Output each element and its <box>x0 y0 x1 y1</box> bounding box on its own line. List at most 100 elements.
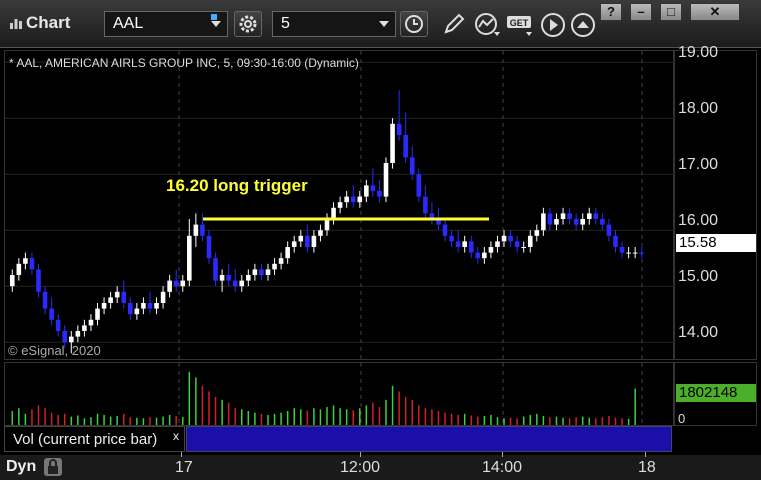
get-data-icon[interactable]: GET <box>506 12 536 38</box>
close-study-icon[interactable]: x <box>173 429 179 443</box>
dynamic-label[interactable]: Dyn <box>6 458 36 476</box>
time-button[interactable] <box>400 11 428 37</box>
price-axis[interactable] <box>674 50 757 360</box>
svg-text:GET: GET <box>510 18 529 28</box>
candle-body <box>613 235 618 247</box>
candle-body <box>580 219 586 225</box>
candle-body <box>108 297 113 303</box>
candle-body <box>632 252 638 254</box>
chart-app-icon <box>10 19 22 29</box>
price-tick: 18.00 <box>678 100 719 117</box>
interval-dropdown-icon[interactable] <box>379 21 389 27</box>
symbol-dropdown-icon[interactable] <box>211 21 221 27</box>
pencil-icon[interactable] <box>442 12 466 36</box>
candle-body <box>482 252 487 259</box>
candle-body <box>324 219 330 231</box>
candle-body <box>88 319 94 326</box>
volume-study-label: Vol (current price bar) <box>13 431 158 448</box>
price-tick: 14.00 <box>678 324 719 341</box>
candle-body <box>265 269 271 275</box>
lock-icon[interactable] <box>44 458 62 476</box>
trigger-annotation[interactable]: 16.20 long trigger <box>166 176 308 196</box>
candle-body <box>593 213 599 219</box>
symbol-input[interactable]: AAL <box>104 11 228 37</box>
candle-body <box>331 207 336 219</box>
candle-body <box>134 308 140 315</box>
candle-body <box>606 224 612 236</box>
app-title: Chart <box>26 13 71 32</box>
minimize-button[interactable]: – <box>630 3 652 21</box>
candle-body <box>475 252 481 259</box>
candle-body <box>521 247 526 248</box>
maximize-button[interactable]: □ <box>660 3 682 21</box>
candle-body <box>554 219 559 225</box>
price-tick: 17.00 <box>678 156 719 173</box>
candle-body <box>311 235 317 247</box>
candle-body <box>193 224 199 236</box>
candle-body <box>462 241 467 247</box>
close-button[interactable]: ✕ <box>690 3 740 21</box>
candle-body <box>173 280 179 287</box>
volume-value-tag: 1802148 <box>676 384 756 402</box>
candle-body <box>259 269 264 275</box>
study-icon[interactable] <box>474 12 502 38</box>
candle-body <box>278 258 284 264</box>
play-icon[interactable] <box>540 12 566 38</box>
candle-body <box>213 258 218 281</box>
price-tick: 16.00 <box>678 212 719 229</box>
candle-body <box>232 280 238 287</box>
candle-body <box>337 202 343 208</box>
candle-body <box>501 235 507 242</box>
candle-body <box>68 336 74 343</box>
chart-info-text: * AAL, AMERICAN AIRLS GROUP INC, 5, 09:3… <box>9 56 359 70</box>
time-tick: 12:00 <box>340 459 381 476</box>
candle-body <box>495 241 500 247</box>
candle-body <box>101 303 107 309</box>
candle-body <box>16 263 22 275</box>
candle-body <box>383 163 389 197</box>
candle-body <box>114 291 120 298</box>
interval-input[interactable]: 5 <box>272 11 396 37</box>
candle-body <box>239 280 245 287</box>
candle-body <box>344 196 349 203</box>
candle-body <box>167 280 172 292</box>
candle-body <box>62 331 68 343</box>
time-tick-mark <box>502 452 503 457</box>
candle-body <box>442 224 448 236</box>
volume-study-label-box[interactable]: Vol (current price bar) x <box>4 426 185 452</box>
candle-body <box>416 174 422 197</box>
time-tick-mark <box>360 452 361 457</box>
time-tick: 18 <box>638 459 656 476</box>
help-button[interactable]: ? <box>600 3 622 21</box>
candle-body <box>573 219 579 225</box>
candle-body <box>541 213 546 231</box>
candle-body <box>449 235 454 242</box>
study-input-bar[interactable] <box>186 426 672 452</box>
volume-chart[interactable] <box>5 363 673 425</box>
time-tick: 14:00 <box>482 459 523 476</box>
candle-body <box>272 263 277 270</box>
price-tick: 15.00 <box>678 268 719 285</box>
candle-body <box>9 275 15 287</box>
candle-body <box>423 196 428 214</box>
candle-body <box>160 291 166 303</box>
candle-body <box>42 291 48 309</box>
candle-body <box>377 191 382 197</box>
symbol-flag-icon <box>211 14 217 20</box>
candle-body <box>298 235 304 242</box>
last-price-tag: 15.58 <box>676 234 756 252</box>
settings-button[interactable] <box>234 11 262 37</box>
candle-body <box>455 241 461 247</box>
candle-body <box>586 213 592 219</box>
price-chart-panel[interactable] <box>4 50 674 360</box>
candle-body <box>619 247 625 253</box>
candle-body <box>600 219 605 225</box>
candle-body <box>187 235 192 281</box>
price-chart[interactable] <box>5 51 673 359</box>
collapse-icon[interactable] <box>570 12 598 38</box>
candle-body <box>514 241 520 247</box>
volume-panel[interactable] <box>4 362 674 426</box>
candle-body <box>626 252 631 254</box>
price-tick: 19.00 <box>678 44 719 61</box>
candle-body <box>23 258 28 264</box>
